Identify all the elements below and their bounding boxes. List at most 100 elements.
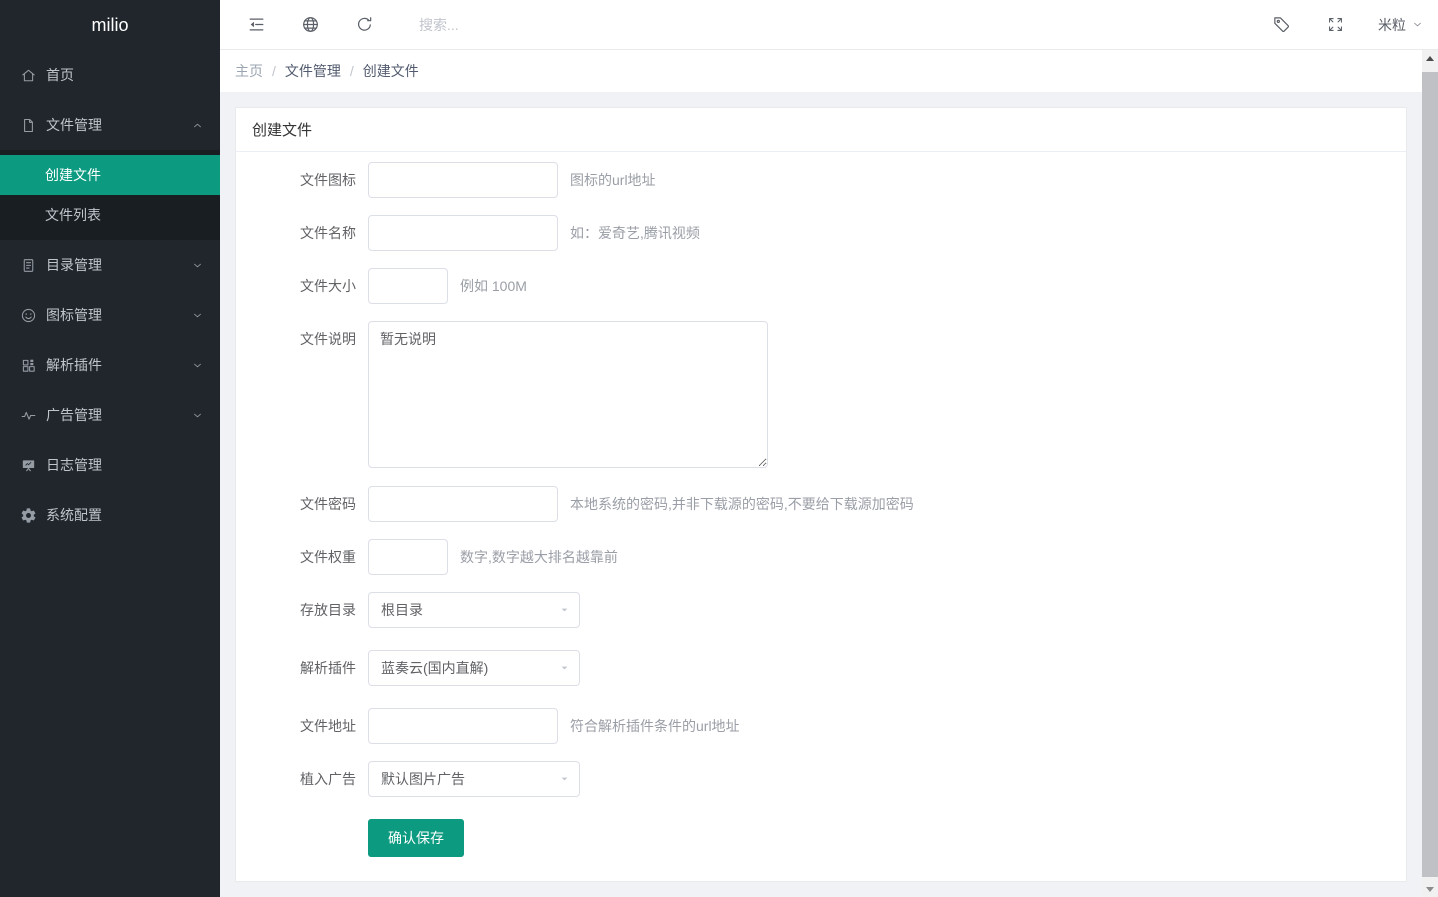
sidebar-item-label: 系统配置: [46, 505, 102, 525]
storage-directory-select[interactable]: 根目录: [368, 592, 580, 628]
form-row-file-icon: 文件图标 图标的url地址: [236, 162, 1406, 198]
save-button[interactable]: 确认保存: [368, 819, 464, 857]
caret-down-icon: [558, 604, 571, 617]
user-name: 米粒: [1378, 15, 1406, 35]
search-input[interactable]: [417, 16, 637, 34]
form-row-file-size: 文件大小 例如 100M: [236, 268, 1406, 304]
sidebar-item-label: 首页: [46, 65, 74, 85]
monitor-icon: [20, 457, 37, 474]
sidebar-item-home[interactable]: 首页: [0, 50, 220, 100]
form-row-file-password: 文件密码 本地系统的密码,并非下载源的密码,不要给下载源加密码: [236, 486, 1406, 522]
sidebar-subitem-file-list[interactable]: 文件列表: [0, 195, 220, 235]
topbar: 米粒: [220, 0, 1438, 50]
sidebar-item-ad-management[interactable]: 广告管理: [0, 390, 220, 440]
form-row-submit: 确认保存: [236, 819, 1406, 857]
parse-plugin-label: 解析插件: [236, 650, 368, 686]
file-icon-label: 文件图标: [236, 162, 368, 198]
sidebar-item-label: 目录管理: [46, 255, 102, 275]
file-name-label: 文件名称: [236, 215, 368, 251]
scrollbar-down-arrow[interactable]: [1422, 881, 1438, 897]
file-name-input[interactable]: [368, 215, 558, 251]
file-size-input[interactable]: [368, 268, 448, 304]
sidebar: milio 首页文件管理创建文件文件列表目录管理图标管理解析插件广告管理日志管理…: [0, 0, 220, 897]
sidebar-subitem-label: 文件列表: [45, 205, 101, 225]
form-row-embed-ad: 植入广告默认图片广告: [236, 761, 1406, 797]
file-icon-hint: 图标的url地址: [570, 162, 656, 198]
sidebar-item-log-management[interactable]: 日志管理: [0, 440, 220, 490]
caret-down-icon: [558, 662, 571, 675]
file-icon-input[interactable]: [368, 162, 558, 198]
app-window: milio 首页文件管理创建文件文件列表目录管理图标管理解析插件广告管理日志管理…: [0, 0, 1438, 897]
form-row-storage-directory: 存放目录根目录: [236, 592, 1406, 628]
embed-ad-label: 植入广告: [236, 761, 368, 797]
file-description-label: 文件说明: [236, 321, 368, 357]
file-size-label: 文件大小: [236, 268, 368, 304]
file-description-textarea[interactable]: 暂无说明: [368, 321, 768, 468]
storage-directory-label: 存放目录: [236, 592, 368, 628]
vertical-scrollbar[interactable]: [1422, 50, 1438, 897]
sidebar-item-file-management[interactable]: 文件管理: [0, 100, 220, 150]
sidebar-item-directory-management[interactable]: 目录管理: [0, 240, 220, 290]
topbar-right: 米粒: [1237, 15, 1424, 35]
gear-icon: [20, 507, 37, 524]
pulse-icon: [20, 407, 37, 424]
form-row-file-weight: 文件权重 数字,数字越大排名越靠前: [236, 539, 1406, 575]
embed-ad-select[interactable]: 默认图片广告: [368, 761, 580, 797]
collapse-sidebar-icon[interactable]: [247, 15, 266, 34]
file-weight-input[interactable]: [368, 539, 448, 575]
chevron-up-icon: [191, 119, 204, 132]
chevron-down-icon: [191, 409, 204, 422]
home-icon: [20, 67, 37, 84]
scrollbar-up-arrow[interactable]: [1422, 50, 1438, 66]
file-weight-label: 文件权重: [236, 539, 368, 575]
create-file-form: 文件图标 图标的url地址文件名称如：爱奇艺,腾讯视频文件大小 例如 100M 文件说…: [236, 152, 1406, 882]
fullscreen-icon[interactable]: [1326, 15, 1345, 34]
file-icon: [20, 117, 37, 134]
file-weight-hint: 数字,数字越大排名越靠前: [460, 539, 618, 575]
refresh-icon[interactable]: [355, 15, 374, 34]
sidebar-subitem-create-file[interactable]: 创建文件: [0, 155, 220, 195]
sidebar-item-system-config[interactable]: 系统配置: [0, 490, 220, 540]
form-row-parse-plugin: 解析插件蓝奏云(国内直解): [236, 650, 1406, 686]
file-password-label: 文件密码: [236, 486, 368, 522]
sidebar-item-label: 图标管理: [46, 305, 102, 325]
embed-ad-select-value: 默认图片广告: [381, 769, 465, 789]
scrollbar-thumb[interactable]: [1422, 72, 1438, 877]
plugin-icon: [20, 357, 37, 374]
breadcrumb-item[interactable]: 文件管理: [285, 61, 341, 81]
file-size-hint: 例如 100M: [460, 268, 527, 304]
breadcrumb: 主页 / 文件管理 / 创建文件: [220, 50, 1438, 92]
file-password-input[interactable]: [368, 486, 558, 522]
globe-icon[interactable]: [301, 15, 320, 34]
notebook-icon: [20, 257, 37, 274]
user-menu[interactable]: 米粒: [1378, 15, 1424, 35]
sidebar-item-label: 广告管理: [46, 405, 102, 425]
form-row-file-name: 文件名称如：爱奇艺,腾讯视频: [236, 215, 1406, 251]
file-url-hint: 符合解析插件条件的url地址: [570, 708, 740, 744]
form-row-file-description: 文件说明暂无说明: [236, 321, 1406, 468]
topbar-left: [247, 15, 637, 34]
file-url-input[interactable]: [368, 708, 558, 744]
tag-icon[interactable]: [1272, 15, 1291, 34]
sidebar-item-label: 解析插件: [46, 355, 102, 375]
file-password-hint: 本地系统的密码,并非下载源的密码,不要给下载源加密码: [570, 486, 914, 522]
parse-plugin-select-value: 蓝奏云(国内直解): [381, 658, 488, 678]
smiley-icon: [20, 307, 37, 324]
sidebar-item-label: 日志管理: [46, 455, 102, 475]
sidebar-item-icon-management[interactable]: 图标管理: [0, 290, 220, 340]
chevron-down-icon: [1411, 18, 1424, 31]
app-logo: milio: [0, 0, 220, 50]
sidebar-subitem-label: 创建文件: [45, 165, 101, 185]
file-url-label: 文件地址: [236, 708, 368, 744]
content-area: 创建文件 文件图标图标的url地址文件名称如：爱奇艺,腾讯视频文件大小例如 10…: [220, 92, 1438, 897]
breadcrumb-item: 创建文件: [363, 61, 419, 81]
breadcrumb-separator: /: [272, 63, 276, 79]
breadcrumb-separator: /: [350, 63, 354, 79]
breadcrumb-item[interactable]: 主页: [235, 61, 263, 81]
parse-plugin-select[interactable]: 蓝奏云(国内直解): [368, 650, 580, 686]
sidebar-item-label: 文件管理: [46, 115, 102, 135]
chevron-down-icon: [191, 359, 204, 372]
sidebar-menu: 首页文件管理创建文件文件列表目录管理图标管理解析插件广告管理日志管理系统配置: [0, 50, 220, 540]
storage-directory-select-value: 根目录: [381, 600, 423, 620]
sidebar-item-parse-plugins[interactable]: 解析插件: [0, 340, 220, 390]
